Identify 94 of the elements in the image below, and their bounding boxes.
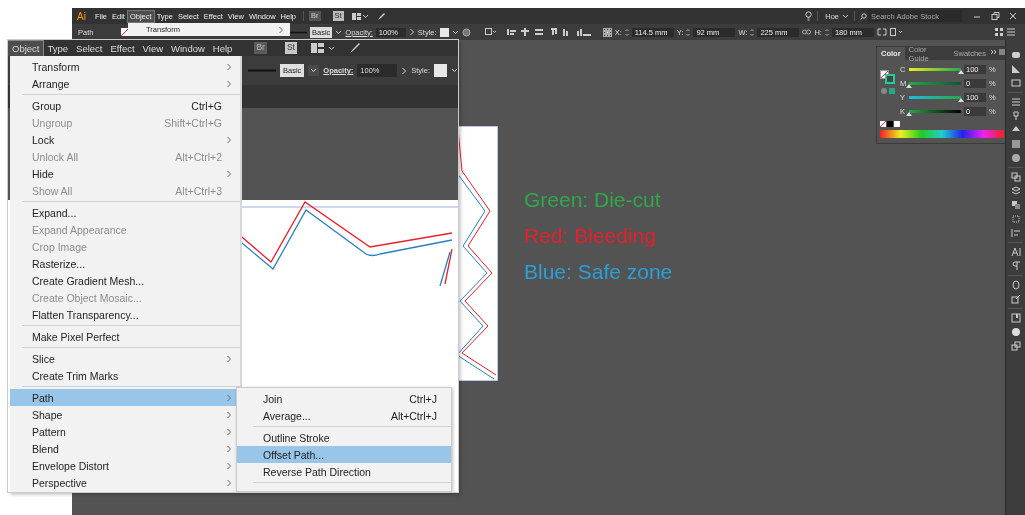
chevron-icon <box>408 28 415 36</box>
panel-icon[interactable] <box>1010 261 1021 271</box>
slider-thumb[interactable] <box>906 112 912 116</box>
menu-item[interactable]: Reverse Path Direction <box>237 463 451 480</box>
menu-item[interactable]: Transform <box>10 58 240 75</box>
panel-icon[interactable] <box>1010 200 1021 210</box>
rocket-icon[interactable] <box>348 42 361 54</box>
menu-item[interactable]: Perspective <box>10 474 240 491</box>
menu-item[interactable]: Arrange <box>10 75 240 92</box>
restore-icon[interactable] <box>990 12 1000 20</box>
menu-item[interactable]: Flatten Transparency... <box>10 306 240 323</box>
caret-icon[interactable] <box>451 68 458 73</box>
lightbulb-icon[interactable] <box>805 11 813 21</box>
swatch-icon[interactable] <box>887 121 893 127</box>
caret-icon[interactable] <box>327 45 335 51</box>
panel-icon[interactable] <box>1010 294 1021 304</box>
menu-bar-item[interactable]: Help <box>208 40 237 56</box>
panel-icon[interactable] <box>1010 313 1021 323</box>
menu-item[interactable]: Shape <box>10 406 240 423</box>
chevron-icon <box>401 66 408 75</box>
menu-bar-item[interactable]: Effect <box>106 40 139 56</box>
chevron-icon <box>226 135 232 144</box>
menu-bar-item[interactable]: View <box>138 40 168 56</box>
menu-item[interactable]: Outline Stroke <box>237 429 451 446</box>
globe-icon[interactable] <box>461 27 471 37</box>
arrange-icon[interactable] <box>351 12 361 20</box>
caret-icon[interactable] <box>335 29 343 35</box>
caret-icon[interactable] <box>361 13 369 19</box>
menu-bar-item[interactable]: Window <box>167 40 209 56</box>
link-icon[interactable] <box>802 29 812 35</box>
swatch-icon[interactable] <box>894 121 900 127</box>
menu-item[interactable]: Offset Path... <box>237 446 451 463</box>
stroke-line-icon <box>248 69 276 72</box>
panel-icon[interactable] <box>1010 341 1021 351</box>
slider-thumb[interactable] <box>906 84 912 88</box>
annotation-text: Red: Bleeding <box>524 224 656 248</box>
menu-bar-item[interactable]: Object <box>8 40 44 56</box>
annotation-text: Green: Die-cut <box>524 188 661 212</box>
menu-item[interactable]: Group Ctrl+G <box>10 97 240 114</box>
app-logo: Ai <box>77 10 86 22</box>
arrange-icon[interactable] <box>310 43 324 53</box>
menu-item[interactable]: Hide <box>10 165 240 182</box>
menu-item[interactable]: Create Gradient Mesh... <box>10 272 240 289</box>
reference-point-icon[interactable] <box>602 27 612 37</box>
panel-icon[interactable] <box>1010 139 1021 149</box>
grid-icon[interactable] <box>995 28 1003 36</box>
panel-icon[interactable] <box>1010 280 1021 290</box>
menu-bar-item[interactable]: Select <box>72 40 107 56</box>
isolate-icon[interactable] <box>889 28 904 36</box>
menu-item[interactable]: Slice <box>10 350 240 367</box>
chevron-icon <box>278 25 284 34</box>
style-swatch[interactable] <box>439 27 449 37</box>
panel-icon[interactable] <box>1010 172 1021 182</box>
stock-button[interactable]: St <box>284 42 297 54</box>
menu-item[interactable]: Create Trim Marks <box>10 367 240 384</box>
menu-bar-item[interactable]: Type <box>43 40 73 56</box>
rocket-icon[interactable] <box>376 11 386 21</box>
caret-icon[interactable] <box>451 29 459 35</box>
chevron-icon <box>226 354 232 363</box>
collapse-icon[interactable] <box>990 47 998 57</box>
chevron-icon <box>226 169 232 178</box>
panel-icon[interactable] <box>1010 50 1021 60</box>
menu-item[interactable]: Average... Alt+Ctrl+J <box>237 407 451 424</box>
menu-item[interactable]: Lock <box>10 131 240 148</box>
menu-item[interactable]: Expand... <box>10 204 240 221</box>
panel-icon[interactable] <box>1010 78 1021 88</box>
color-slider[interactable] <box>909 82 961 85</box>
panel-icon[interactable] <box>1010 153 1021 163</box>
color-slider[interactable] <box>909 110 961 113</box>
annotation-text: Blue: Safe zone <box>524 260 673 284</box>
panel-icon[interactable] <box>1010 327 1021 337</box>
menu-item[interactable]: Join Ctrl+J <box>237 390 451 407</box>
search-icon[interactable] <box>860 12 867 20</box>
bridge-button[interactable]: Br <box>254 42 267 54</box>
color-spectrum[interactable] <box>880 130 1004 138</box>
none-swatch-icon[interactable] <box>880 121 886 127</box>
menu-item[interactable]: Rasterize... <box>10 255 240 272</box>
artboard-icon[interactable] <box>484 28 497 36</box>
menu-item[interactable]: Make Pixel Perfect <box>10 328 240 345</box>
panel-icon[interactable] <box>1010 247 1021 257</box>
caret-icon[interactable] <box>310 68 318 73</box>
transform-icon[interactable] <box>876 28 887 36</box>
style-swatch[interactable] <box>434 64 447 77</box>
menu-item[interactable]: Blend <box>10 440 240 457</box>
panel-icon[interactable] <box>1010 186 1021 196</box>
caret-icon[interactable] <box>842 13 849 19</box>
menu-item[interactable]: Envelope Distort <box>10 457 240 474</box>
panel-menu-icon[interactable] <box>1006 28 1016 36</box>
close-icon[interactable] <box>1008 12 1018 20</box>
gamut-icon <box>880 87 896 95</box>
panel-icon[interactable] <box>1010 64 1021 74</box>
panel-icon[interactable] <box>1010 111 1021 121</box>
menu-item[interactable]: Pattern <box>10 423 240 440</box>
menu-icon[interactable] <box>998 47 1005 57</box>
